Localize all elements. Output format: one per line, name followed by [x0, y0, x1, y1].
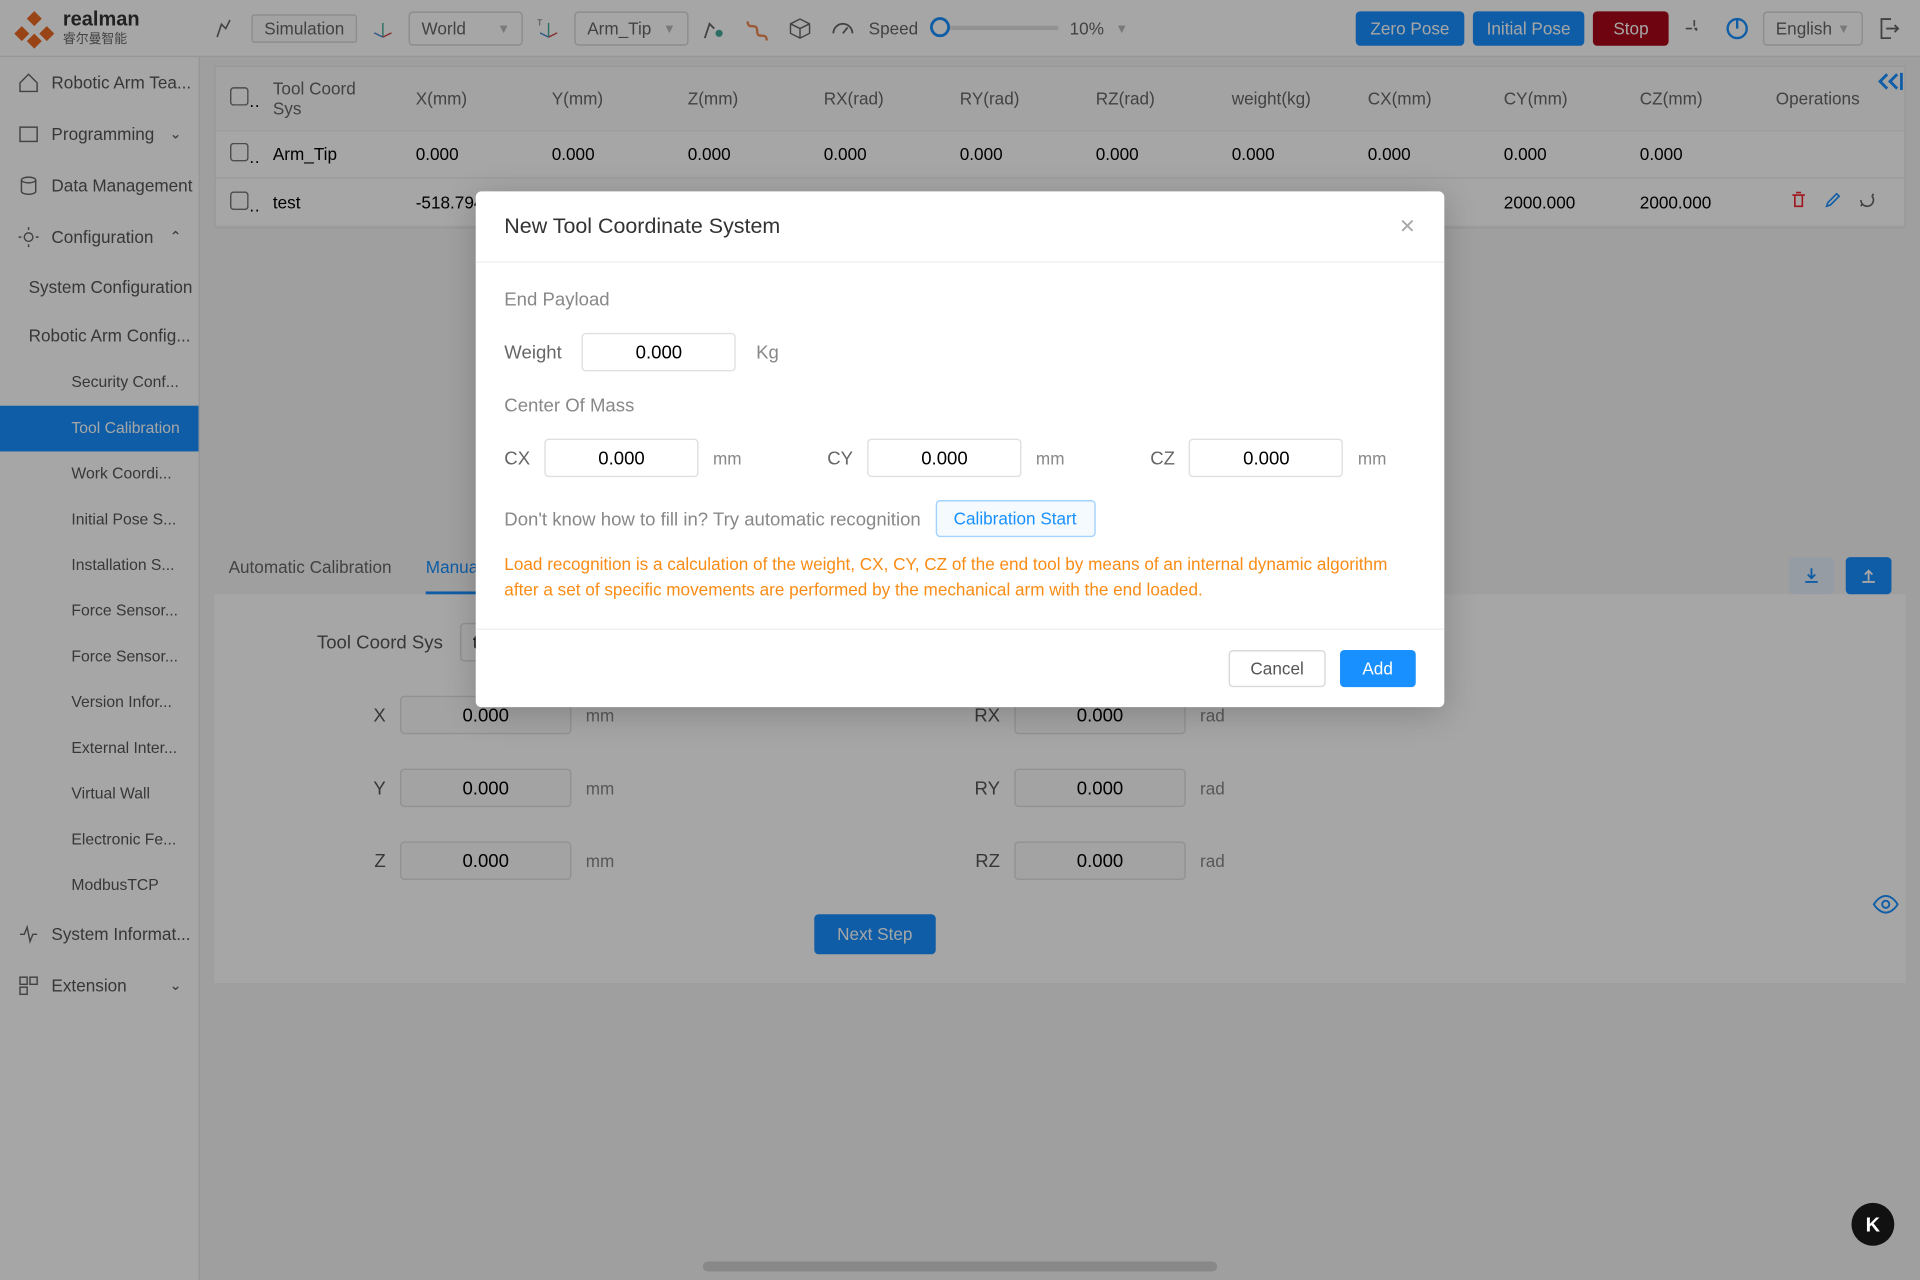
- calibration-start-button[interactable]: Calibration Start: [935, 500, 1095, 537]
- cz-input[interactable]: [1189, 439, 1343, 478]
- close-icon[interactable]: ✕: [1399, 214, 1416, 238]
- weight-label: Weight: [504, 341, 561, 362]
- horizontal-scrollbar[interactable]: [703, 1261, 1217, 1271]
- weight-unit: Kg: [756, 341, 779, 362]
- modal-overlay: New Tool Coordinate System ✕ End Payload…: [0, 0, 1920, 1280]
- auto-recognition-hint: Don't know how to fill in? Try automatic…: [504, 508, 920, 529]
- modal-title: New Tool Coordinate System: [504, 214, 780, 238]
- add-button[interactable]: Add: [1340, 650, 1416, 687]
- load-recognition-warning: Load recognition is a calculation of the…: [504, 551, 1415, 602]
- new-tool-coord-modal: New Tool Coordinate System ✕ End Payload…: [476, 191, 1445, 707]
- cy-label: CY: [827, 447, 853, 468]
- cx-label: CX: [504, 447, 530, 468]
- cx-input[interactable]: [544, 439, 698, 478]
- cy-input[interactable]: [867, 439, 1021, 478]
- cancel-button[interactable]: Cancel: [1229, 650, 1325, 687]
- payload-section-title: End Payload: [504, 289, 1415, 310]
- cz-label: CZ: [1150, 447, 1175, 468]
- com-section-title: Center Of Mass: [504, 394, 1415, 415]
- weight-input[interactable]: [582, 333, 736, 372]
- help-fab[interactable]: K: [1851, 1203, 1894, 1246]
